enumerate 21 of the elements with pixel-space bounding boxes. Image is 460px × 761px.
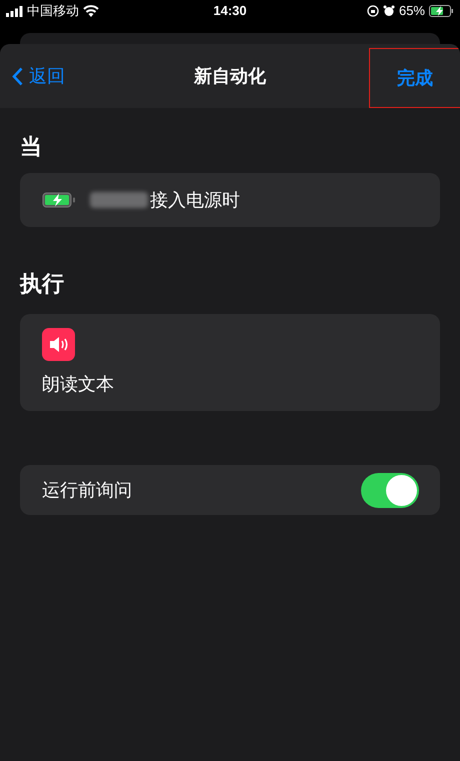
toggle-switch[interactable]: [361, 472, 419, 508]
section-heading: 当: [20, 133, 43, 161]
wifi-icon: [83, 5, 99, 17]
battery-charging-icon: [42, 192, 76, 208]
speaker-icon: [42, 328, 75, 360]
trigger-card[interactable]: 接入电源时: [20, 173, 440, 227]
battery-percent: 65%: [398, 2, 425, 20]
screen-title: 新自动化: [194, 64, 266, 88]
setting-label: 运行前询问: [42, 478, 132, 502]
clock-time: 14:30: [213, 2, 247, 20]
done-button[interactable]: 完成: [369, 48, 460, 108]
signal-icon: [6, 6, 23, 16]
battery-charging-icon: [429, 5, 454, 17]
back-button[interactable]: 返回: [0, 62, 65, 90]
section-heading: 执行: [20, 270, 65, 298]
carrier-name: 中国移动: [27, 2, 79, 20]
chevron-left-icon: [12, 66, 23, 86]
trigger-label: 接入电源时: [150, 188, 240, 212]
action-card[interactable]: 朗读文本: [20, 314, 440, 411]
action-label: 朗读文本: [42, 372, 115, 396]
rotation-lock-icon: [366, 5, 379, 17]
